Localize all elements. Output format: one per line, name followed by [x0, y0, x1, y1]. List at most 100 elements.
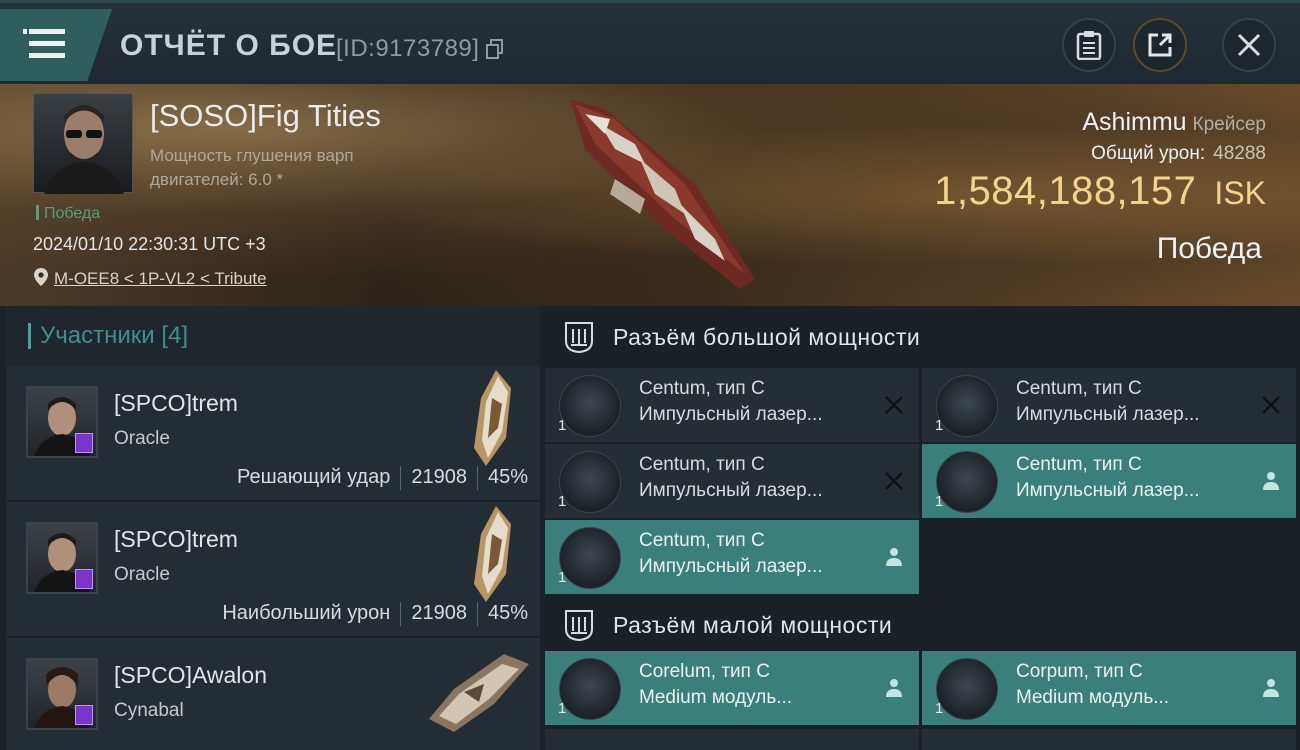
participant-stats: Решающий удар 21908 45% [237, 466, 528, 490]
module-description: Импульсный лазер... [1016, 480, 1200, 501]
module-name: Centum, тип C [1016, 454, 1142, 475]
low-slot-header: Разъём малой мощности [545, 594, 1300, 654]
dropped-person-icon [886, 679, 902, 697]
participant-damage: 21908 [411, 466, 467, 488]
module-name: Centum, тип C [639, 454, 765, 475]
kill-datetime: 2024/01/10 22:30:31 UTC +3 [33, 234, 266, 254]
clipboard-button[interactable] [1062, 18, 1116, 72]
module-slot[interactable] [922, 729, 1296, 750]
location-text[interactable]: M-OEE8 < 1P-VL2 < Tribute [54, 269, 267, 288]
participant-stats: Наибольший урон 21908 45% [222, 602, 528, 626]
low-slot-label: Разъём малой мощности [613, 612, 893, 638]
module-name: Centum, тип C [1016, 378, 1142, 399]
isk-unit: ISK [1214, 175, 1266, 211]
participant-row[interactable]: [SPCO]trem Oracle Наибольший урон 21908 … [6, 502, 540, 638]
module-name: Corpum, тип C [1016, 661, 1143, 682]
participant-avatar[interactable] [26, 658, 98, 730]
module-slot[interactable]: 1 Corpum, тип C Medium модуль... [922, 651, 1296, 725]
portrait-icon [44, 105, 124, 194]
module-quantity: 1 [935, 493, 944, 510]
share-icon [1148, 33, 1172, 57]
module-description: Medium модуль... [1016, 687, 1170, 708]
module-description: Импульсный лазер... [639, 480, 823, 501]
participant-percent: 45% [487, 466, 528, 488]
module-icon [559, 658, 621, 720]
module-slot[interactable]: 1 Corelum, тип C Medium модуль... [545, 651, 919, 725]
dropped-person-icon [1263, 472, 1279, 490]
menu-icon [23, 29, 65, 59]
page-title: ОТЧЁТ О БОЕ [120, 29, 338, 62]
participants-header: Участники [4] [6, 306, 540, 366]
battle-result: Победа [1156, 232, 1262, 265]
laser-module-icon [936, 375, 998, 437]
participant-ship-image [474, 370, 511, 466]
corp-badge-icon [75, 433, 93, 453]
low-slot-icon [565, 610, 593, 641]
module-slot[interactable]: 1 Centum, тип C Импульсный лазер... [922, 444, 1296, 518]
participants-count: [4] [161, 322, 189, 349]
participant-name[interactable]: [SPCO]trem [114, 390, 238, 417]
top-bar: ОТЧЁТ О БОЕ [ID:9173789] [0, 0, 1300, 84]
location-pin-icon [34, 268, 48, 286]
kill-location[interactable]: M-OEE8 < 1P-VL2 < Tribute [34, 268, 267, 289]
high-slot-label: Разъём большой мощности [613, 324, 921, 350]
participants-label: Участники [40, 322, 155, 349]
corp-badge-icon [75, 705, 93, 725]
module-quantity: 1 [558, 493, 567, 510]
participant-tag: Решающий удар [236, 466, 391, 488]
module-name: Corelum, тип C [639, 661, 770, 682]
corp-badge-icon [75, 569, 93, 589]
laser-module-icon [936, 451, 998, 513]
module-quantity: 1 [558, 569, 567, 586]
victim-name[interactable]: [SOSO]Fig Tities [150, 98, 381, 134]
share-button[interactable] [1133, 18, 1187, 72]
laser-module-icon [559, 451, 621, 513]
destroyed-icon [885, 396, 903, 414]
participant-avatar[interactable] [26, 386, 98, 458]
participant-row[interactable]: [SPCO]Awalon Cynabal [6, 638, 540, 750]
module-description: Импульсный лазер... [639, 404, 823, 425]
participant-ship: Cynabal [114, 700, 184, 721]
victim-ship-image [570, 99, 755, 289]
module-slot[interactable]: 1 Centum, тип C Импульсный лазер... [545, 520, 919, 594]
module-name: Centum, тип C [639, 378, 765, 399]
destroyed-icon [1262, 396, 1280, 414]
ship-name[interactable]: Ashimmu [1082, 108, 1186, 136]
ship-summary: Ashimmu Крейсер Общий урон: 48288 1,584,18… [934, 108, 1266, 266]
module-slot[interactable]: 1 Centum, тип C Импульсный лазер... [922, 368, 1296, 442]
module-quantity: 1 [558, 417, 567, 434]
fitting-panel: Разъём большой мощности 1 Centum, тип C … [545, 306, 1300, 750]
copy-icon[interactable] [486, 39, 504, 59]
participant-percent: 45% [487, 602, 528, 624]
participant-avatar[interactable] [26, 522, 98, 594]
clipboard-icon [1076, 31, 1102, 60]
close-button[interactable] [1222, 18, 1276, 72]
module-name: Centum, тип C [639, 530, 765, 551]
module-slot[interactable] [545, 729, 919, 750]
module-slot[interactable]: 1 Centum, тип C Импульсный лазер... [545, 368, 919, 442]
module-description: Импульсный лазер... [1016, 404, 1200, 425]
participants-panel: Участники [4] [SPCO]trem Oracle Решающий… [6, 306, 540, 750]
participant-row[interactable]: [SPCO]trem Oracle Решающий удар 21908 45… [6, 366, 540, 502]
participant-ship: Oracle [114, 564, 170, 585]
participant-tag: Наибольший урон [222, 602, 391, 624]
module-quantity: 1 [558, 700, 567, 717]
laser-module-icon [559, 375, 621, 437]
total-damage-value: 48288 [1213, 143, 1266, 164]
dropped-person-icon [1263, 679, 1279, 697]
victim-avatar[interactable] [33, 93, 133, 194]
total-damage-label: Общий урон: [1091, 143, 1206, 164]
dropped-person-icon [886, 548, 902, 566]
module-slot[interactable]: 1 Centum, тип C Импульсный лазер... [545, 444, 919, 518]
menu-button[interactable] [0, 9, 112, 81]
participant-ship-image [474, 506, 511, 602]
result-tag: Победа [36, 205, 100, 223]
victim-attribute: Мощность глушения варп двигателей: 6.0 * [150, 146, 354, 189]
participant-name[interactable]: [SPCO]Awalon [114, 662, 267, 689]
participant-ship-image [429, 654, 529, 732]
participant-damage: 21908 [411, 602, 467, 624]
participant-name[interactable]: [SPCO]trem [114, 526, 238, 553]
module-quantity: 1 [935, 700, 944, 717]
report-id: [ID:9173789] [336, 35, 480, 62]
isk-value: 1,584,188,157 [934, 169, 1197, 213]
